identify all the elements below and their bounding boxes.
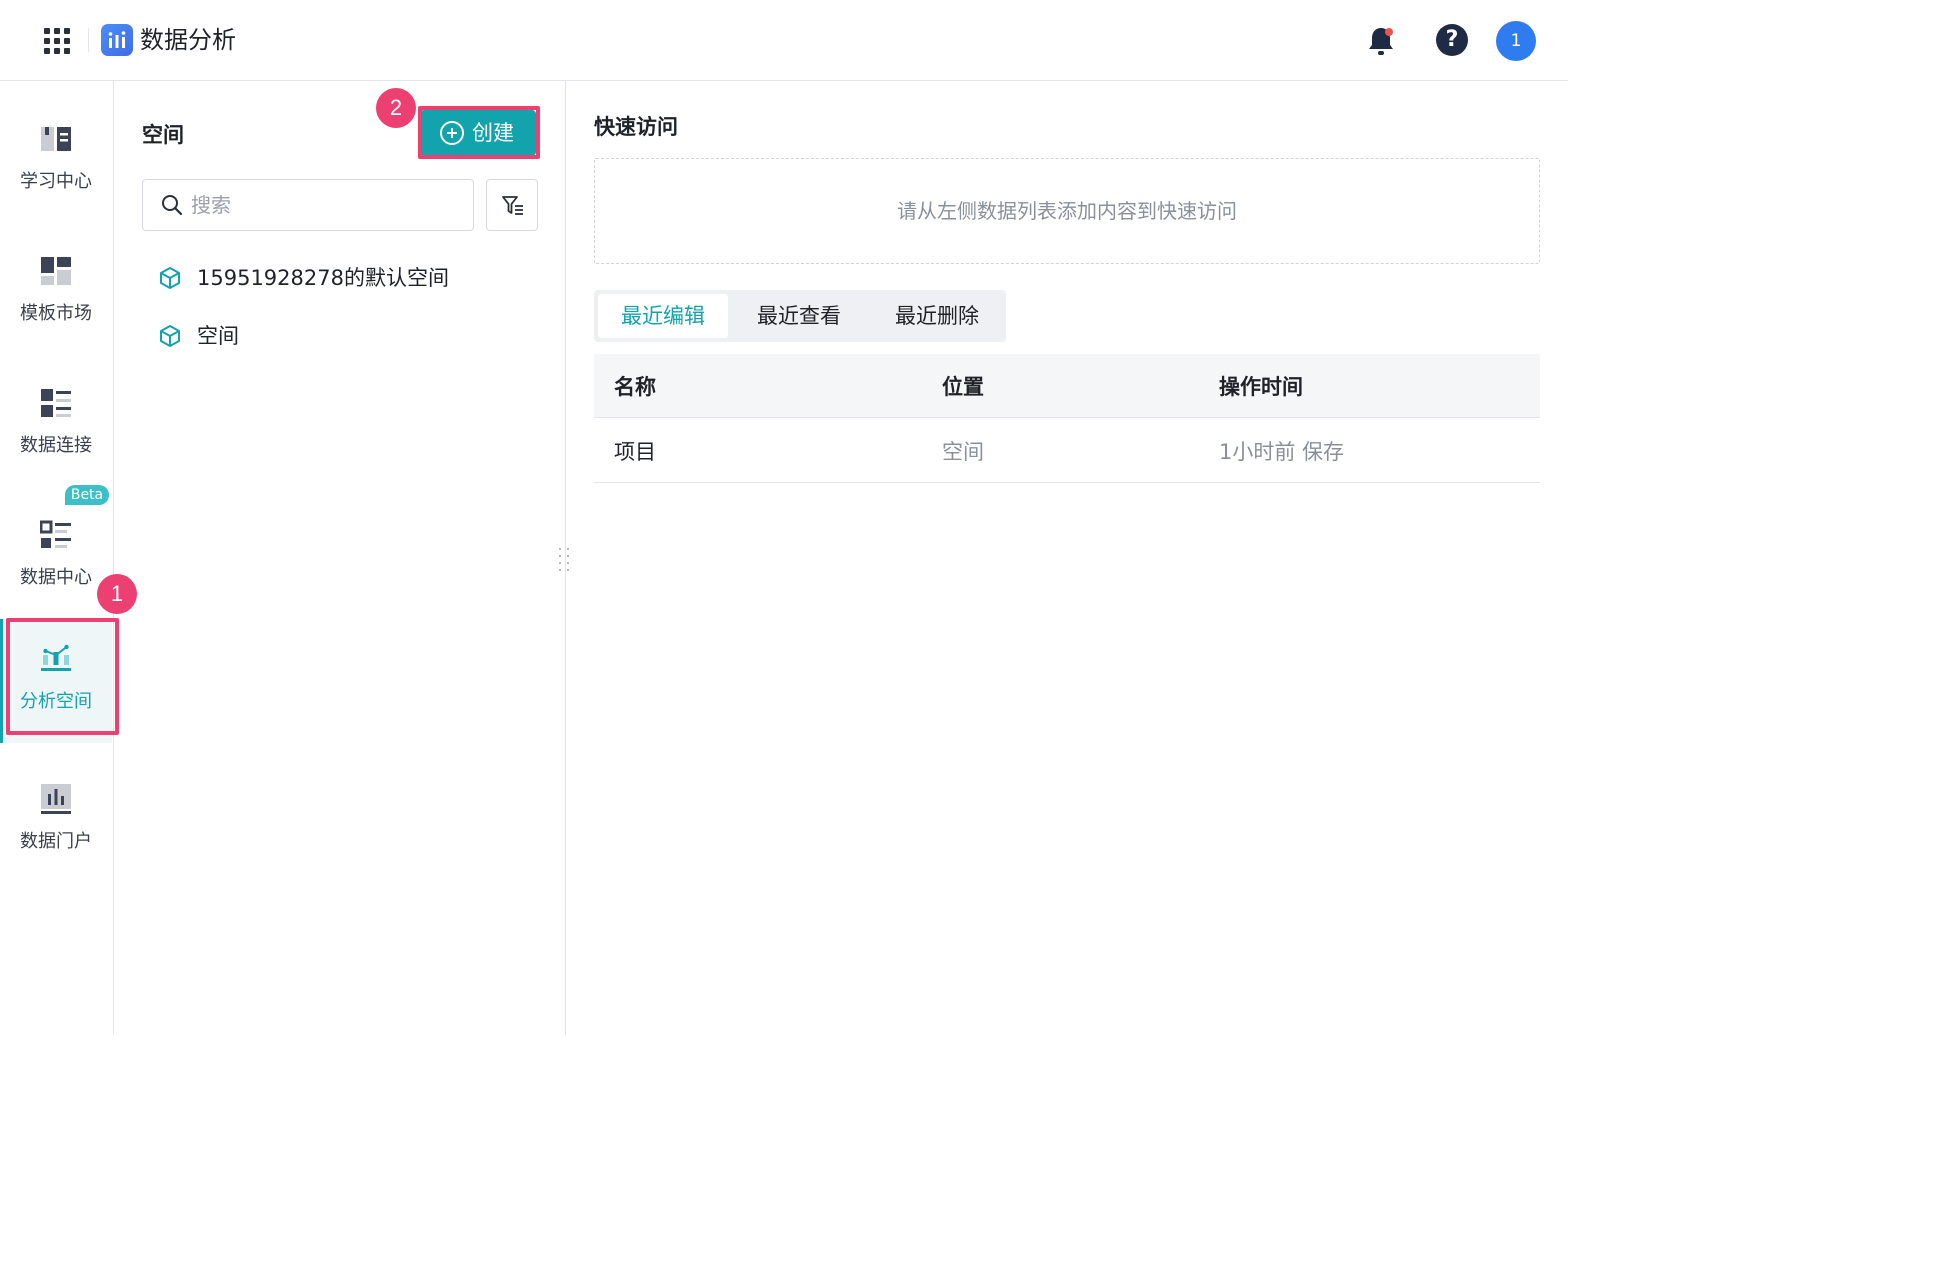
panel-title: 空间 <box>142 123 184 147</box>
recent-table: 名称 位置 操作时间 项目 空间 1小时前 保存 <box>594 354 1540 483</box>
table-row[interactable]: 项目 空间 1小时前 保存 <box>594 418 1540 483</box>
space-label: 15951928278的默认空间 <box>197 266 449 290</box>
tab-recent-delete[interactable]: 最近删除 <box>872 294 1002 338</box>
column-header-time: 操作时间 <box>1219 375 1303 399</box>
quick-access-dropzone: 请从左侧数据列表添加内容到快速访问 <box>594 158 1540 264</box>
data-portal-icon <box>40 783 72 815</box>
column-header-location: 位置 <box>942 375 984 399</box>
template-icon <box>40 255 72 287</box>
cell-name: 项目 <box>614 440 656 464</box>
create-label: 创建 <box>472 121 514 145</box>
bell-icon[interactable] <box>1366 24 1396 58</box>
nav-label: 数据连接 <box>20 435 92 456</box>
create-button[interactable]: 创建 <box>420 110 536 156</box>
step-marker-2: 2 <box>376 88 416 128</box>
search-box <box>142 179 474 231</box>
step-marker-1: 1 <box>97 574 137 614</box>
space-list-item[interactable]: 空间 <box>158 316 538 356</box>
nav-label: 学习中心 <box>20 171 92 192</box>
grid-icon[interactable] <box>44 28 70 54</box>
search-input[interactable] <box>191 188 461 222</box>
space-label: 空间 <box>197 324 239 348</box>
data-center-icon <box>39 519 72 551</box>
column-header-name: 名称 <box>614 375 656 399</box>
quick-access-hint: 请从左侧数据列表添加内容到快速访问 <box>897 199 1237 223</box>
nav-label: 数据中心 <box>20 567 92 588</box>
divider <box>88 28 89 52</box>
main-content: 快速访问 请从左侧数据列表添加内容到快速访问 最近编辑 最近查看 最近删除 名称… <box>566 81 1568 1035</box>
nav-label: 数据门户 <box>20 831 92 852</box>
nav-label: 分析空间 <box>20 691 92 712</box>
book-icon <box>40 123 72 155</box>
quick-access-title: 快速访问 <box>594 115 678 139</box>
left-nav: 学习中心 模板市场 数据连接 数据中心 分析空间 数据门户 <box>0 81 114 1035</box>
tab-recent-edit[interactable]: 最近编辑 <box>598 294 728 338</box>
cube-icon <box>160 267 180 289</box>
nav-item-learning-center[interactable]: 学习中心 <box>0 91 112 211</box>
top-bar: 数据分析 ? 1 <box>0 0 1568 81</box>
plus-circle-icon <box>440 121 464 145</box>
recent-tabs: 最近编辑 最近查看 最近删除 <box>594 290 1006 342</box>
active-indicator <box>0 619 3 743</box>
nav-item-analysis-space[interactable]: 分析空间 <box>0 619 112 743</box>
analysis-space-icon <box>40 641 72 673</box>
spaces-panel: 空间 创建 15951928278的默认空间 空间 <box>114 81 566 1035</box>
tab-recent-view[interactable]: 最近查看 <box>734 294 864 338</box>
nav-label: 模板市场 <box>20 303 92 324</box>
table-header: 名称 位置 操作时间 <box>594 354 1540 418</box>
cell-location: 空间 <box>942 440 984 464</box>
beta-badge: Beta <box>65 485 109 505</box>
cube-icon <box>160 325 180 347</box>
filter-icon <box>502 196 523 215</box>
notification-dot <box>1385 28 1393 36</box>
nav-item-data-center[interactable]: 数据中心 <box>0 487 112 607</box>
nav-item-data-connection[interactable]: 数据连接 <box>0 355 112 475</box>
cell-time: 1小时前 保存 <box>1219 440 1345 464</box>
space-list-item[interactable]: 15951928278的默认空间 <box>158 258 538 298</box>
app-logo-icon <box>101 24 133 56</box>
question-icon[interactable]: ? <box>1436 24 1468 56</box>
nav-item-template-market[interactable]: 模板市场 <box>0 223 112 343</box>
avatar[interactable]: 1 <box>1496 21 1536 61</box>
nav-item-data-portal[interactable]: 数据门户 <box>0 751 112 871</box>
data-connection-icon <box>40 387 72 419</box>
filter-button[interactable] <box>486 179 538 231</box>
app-title: 数据分析 <box>140 26 236 54</box>
search-icon <box>162 195 183 216</box>
